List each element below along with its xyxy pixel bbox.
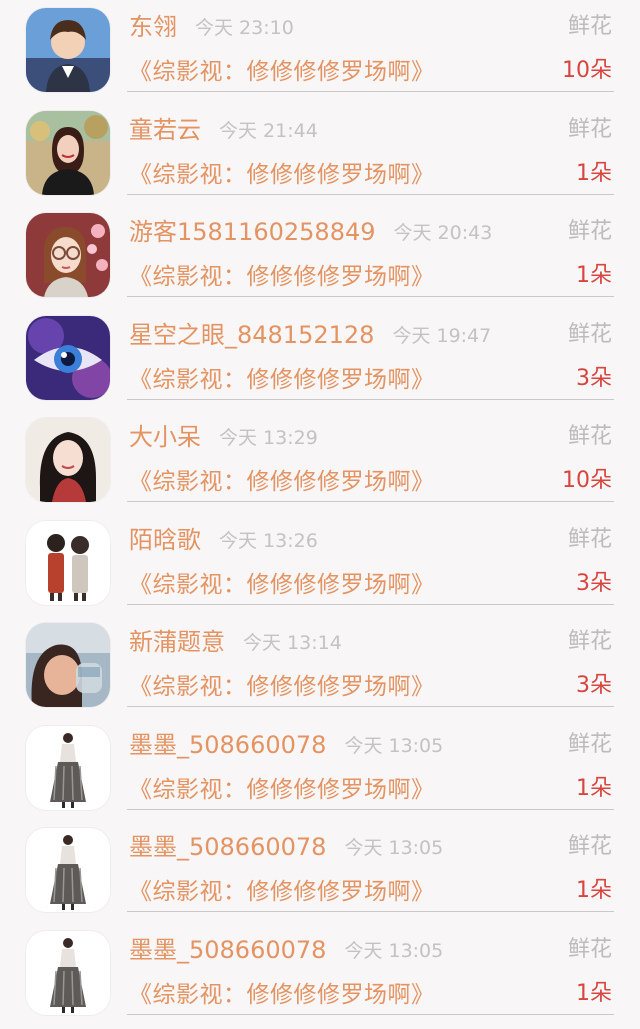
divider xyxy=(127,1013,614,1015)
list-item[interactable]: 陌晗歌 今天 13:26 鲜花 《综影视：修修修修罗场啊》 3朵 xyxy=(0,513,640,616)
list-item[interactable]: 星空之眼_848152128 今天 19:47 鲜花 《综影视：修修修修罗场啊》 … xyxy=(0,308,640,411)
list-item[interactable]: 大小呆 今天 13:29 鲜花 《综影视：修修修修罗场啊》 10朵 xyxy=(0,410,640,513)
eye-avatar-icon[interactable] xyxy=(26,315,110,400)
fashion-sketch-avatar-icon[interactable] xyxy=(26,725,110,810)
gift-type: 鲜花 xyxy=(567,219,612,244)
list-item[interactable]: 童若云 今天 21:44 鲜花 《综影视：修修修修罗场啊》 1朵 xyxy=(0,103,640,206)
timestamp: 今天 13:05 xyxy=(344,734,444,757)
timestamp: 今天 13:29 xyxy=(219,427,318,449)
boy-avatar-icon[interactable] xyxy=(26,8,110,92)
show-title[interactable]: 《综影视：修修修修罗场啊》 xyxy=(129,570,435,600)
gift-count: 1朵 xyxy=(576,980,612,1006)
list-item[interactable]: 游客1581160258849 今天 20:43 鲜花 《综影视：修修修修罗场啊》… xyxy=(0,205,640,308)
gift-count: 1朵 xyxy=(576,160,612,186)
show-title[interactable]: 《综影视：修修修修罗场啊》 xyxy=(129,57,435,87)
divider xyxy=(127,193,614,195)
user-name: 游客1581160258849 今天 20:43 xyxy=(129,218,493,246)
timestamp: 今天 13:05 xyxy=(344,837,444,859)
divider xyxy=(127,706,614,707)
divider xyxy=(127,808,614,810)
glasses-girl-avatar-icon[interactable] xyxy=(26,213,110,297)
list-item[interactable]: 东翎 今天 23:10 鲜花 《综影视：修修修修罗场啊》 10朵 xyxy=(0,0,640,103)
show-title[interactable]: 《综影视：修修修修罗场啊》 xyxy=(129,160,435,190)
gift-record-list: 东翎 今天 23:10 鲜花 《综影视：修修修修罗场啊》 10朵 童若云 今天 21… xyxy=(0,0,640,1025)
show-title[interactable]: 《综影视：修修修修罗场啊》 xyxy=(129,262,435,292)
user-name: 星空之眼_848152128 今天 19:47 xyxy=(129,320,492,349)
user-name: 大小呆 今天 13:29 xyxy=(129,423,318,451)
list-item[interactable]: 新蒲题意 今天 13:14 鲜花 《综影视：修修修修罗场啊》 3朵 xyxy=(0,615,640,718)
user-name: 童若云 今天 21:44 xyxy=(129,115,318,144)
user-name: 墨墨_508660078 今天 13:05 xyxy=(129,935,444,964)
timestamp: 今天 13:14 xyxy=(243,632,342,654)
show-title[interactable]: 《综影视：修修修修罗场啊》 xyxy=(129,672,435,702)
fashion-sketch-avatar-icon[interactable] xyxy=(26,930,110,1015)
timestamp: 今天 21:44 xyxy=(219,119,318,142)
timestamp: 今天 13:26 xyxy=(219,529,318,552)
gift-count: 10朵 xyxy=(562,58,612,83)
gift-type: 鲜花 xyxy=(567,321,612,347)
gift-count: 1朵 xyxy=(576,878,612,903)
show-title[interactable]: 《综影视：修修修修罗场啊》 xyxy=(129,365,435,395)
user-name: 墨墨_508660078 今天 13:05 xyxy=(129,730,444,759)
timestamp: 今天 23:10 xyxy=(195,17,294,39)
divider xyxy=(127,91,614,92)
gift-type: 鲜花 xyxy=(567,731,612,757)
divider xyxy=(127,603,614,605)
show-title[interactable]: 《综影视：修修修修罗场啊》 xyxy=(129,877,435,907)
show-title[interactable]: 《综影视：修修修修罗场啊》 xyxy=(129,980,435,1010)
fashion-sketch-avatar-icon[interactable] xyxy=(26,828,110,912)
user-name: 墨墨_508660078 今天 13:05 xyxy=(129,833,444,861)
gift-type: 鲜花 xyxy=(567,424,612,449)
divider xyxy=(127,398,614,400)
gift-type: 鲜花 xyxy=(567,116,612,142)
show-title[interactable]: 《综影视：修修修修罗场啊》 xyxy=(129,775,435,805)
gift-type: 鲜花 xyxy=(567,629,612,654)
list-item[interactable]: 墨墨_508660078 今天 13:05 鲜花 《综影视：修修修修罗场啊》 1朵 xyxy=(0,820,640,923)
gift-type: 鲜花 xyxy=(567,936,612,962)
divider xyxy=(127,501,614,502)
user-name: 东翎 今天 23:10 xyxy=(129,13,294,41)
list-item[interactable]: 墨墨_508660078 今天 13:05 鲜花 《综影视：修修修修罗场啊》 1朵 xyxy=(0,718,640,821)
gift-count: 1朵 xyxy=(576,263,612,288)
timestamp: 今天 19:47 xyxy=(392,324,492,347)
dark-hair-girl-avatar-icon[interactable] xyxy=(26,418,110,502)
gift-count: 1朵 xyxy=(576,775,612,801)
timestamp: 今天 20:43 xyxy=(393,222,493,244)
gift-type: 鲜花 xyxy=(567,834,612,859)
gift-count: 10朵 xyxy=(562,468,612,493)
gift-count: 3朵 xyxy=(576,570,612,596)
gift-count: 3朵 xyxy=(576,673,612,698)
show-title[interactable]: 《综影视：修修修修罗场啊》 xyxy=(129,467,435,497)
timestamp: 今天 13:05 xyxy=(344,939,444,962)
gift-count: 3朵 xyxy=(576,365,612,391)
user-name: 新蒲题意 今天 13:14 xyxy=(129,628,342,656)
list-item[interactable]: 墨墨_508660078 今天 13:05 鲜花 《综影视：修修修修罗场啊》 1朵 xyxy=(0,923,640,1026)
child-drinking-avatar-icon[interactable] xyxy=(26,623,110,707)
gift-type: 鲜花 xyxy=(567,526,612,552)
user-name: 陌晗歌 今天 13:26 xyxy=(129,525,318,554)
gift-type: 鲜花 xyxy=(567,14,612,39)
divider xyxy=(127,296,614,297)
divider xyxy=(127,911,614,912)
woman-photo-avatar-icon[interactable] xyxy=(26,110,110,195)
couple-avatar-icon[interactable] xyxy=(26,520,110,605)
